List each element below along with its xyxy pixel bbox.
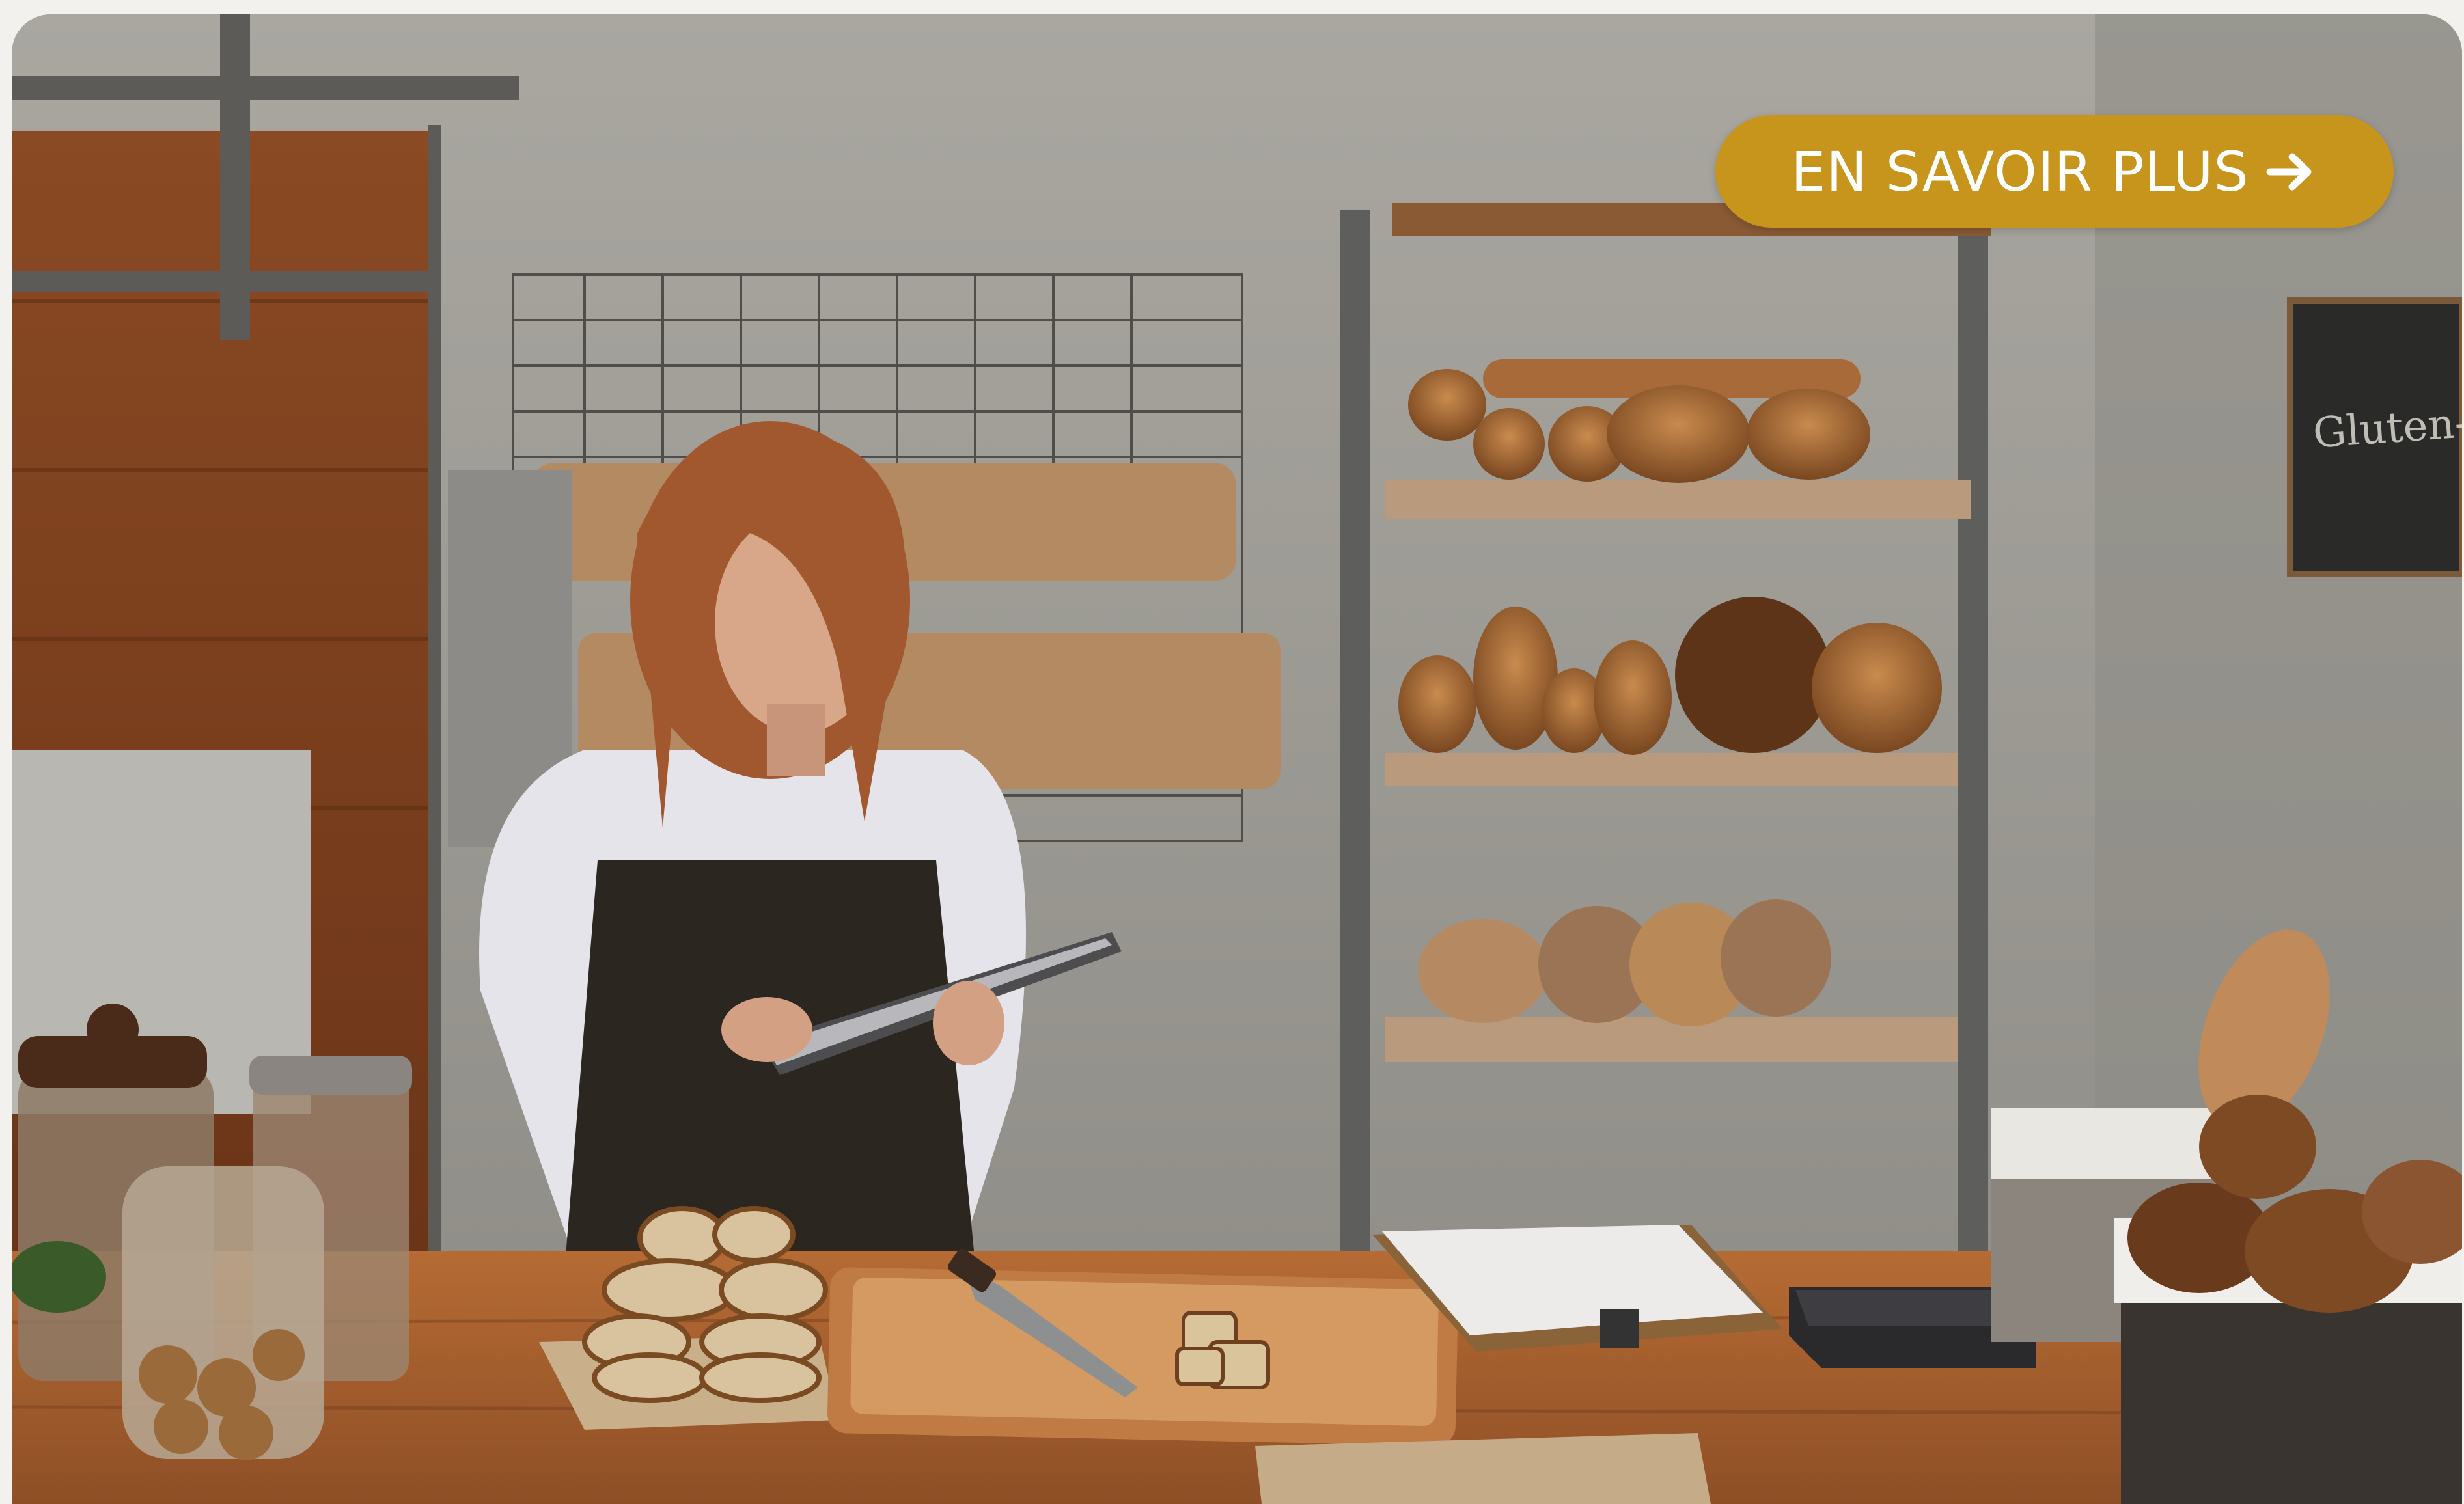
learn-more-button[interactable]: EN SAVOIR PLUS: [1715, 115, 2394, 228]
chalkboard-text: Gluten-free: [2311, 393, 2462, 458]
arrow-right-icon: [2266, 153, 2312, 190]
bakery-photo: [12, 14, 2462, 1504]
learn-more-label: EN SAVOIR PLUS: [1791, 139, 2249, 204]
hero-image-card: Gluten-free EN SAVOIR PLUS: [12, 14, 2462, 1504]
